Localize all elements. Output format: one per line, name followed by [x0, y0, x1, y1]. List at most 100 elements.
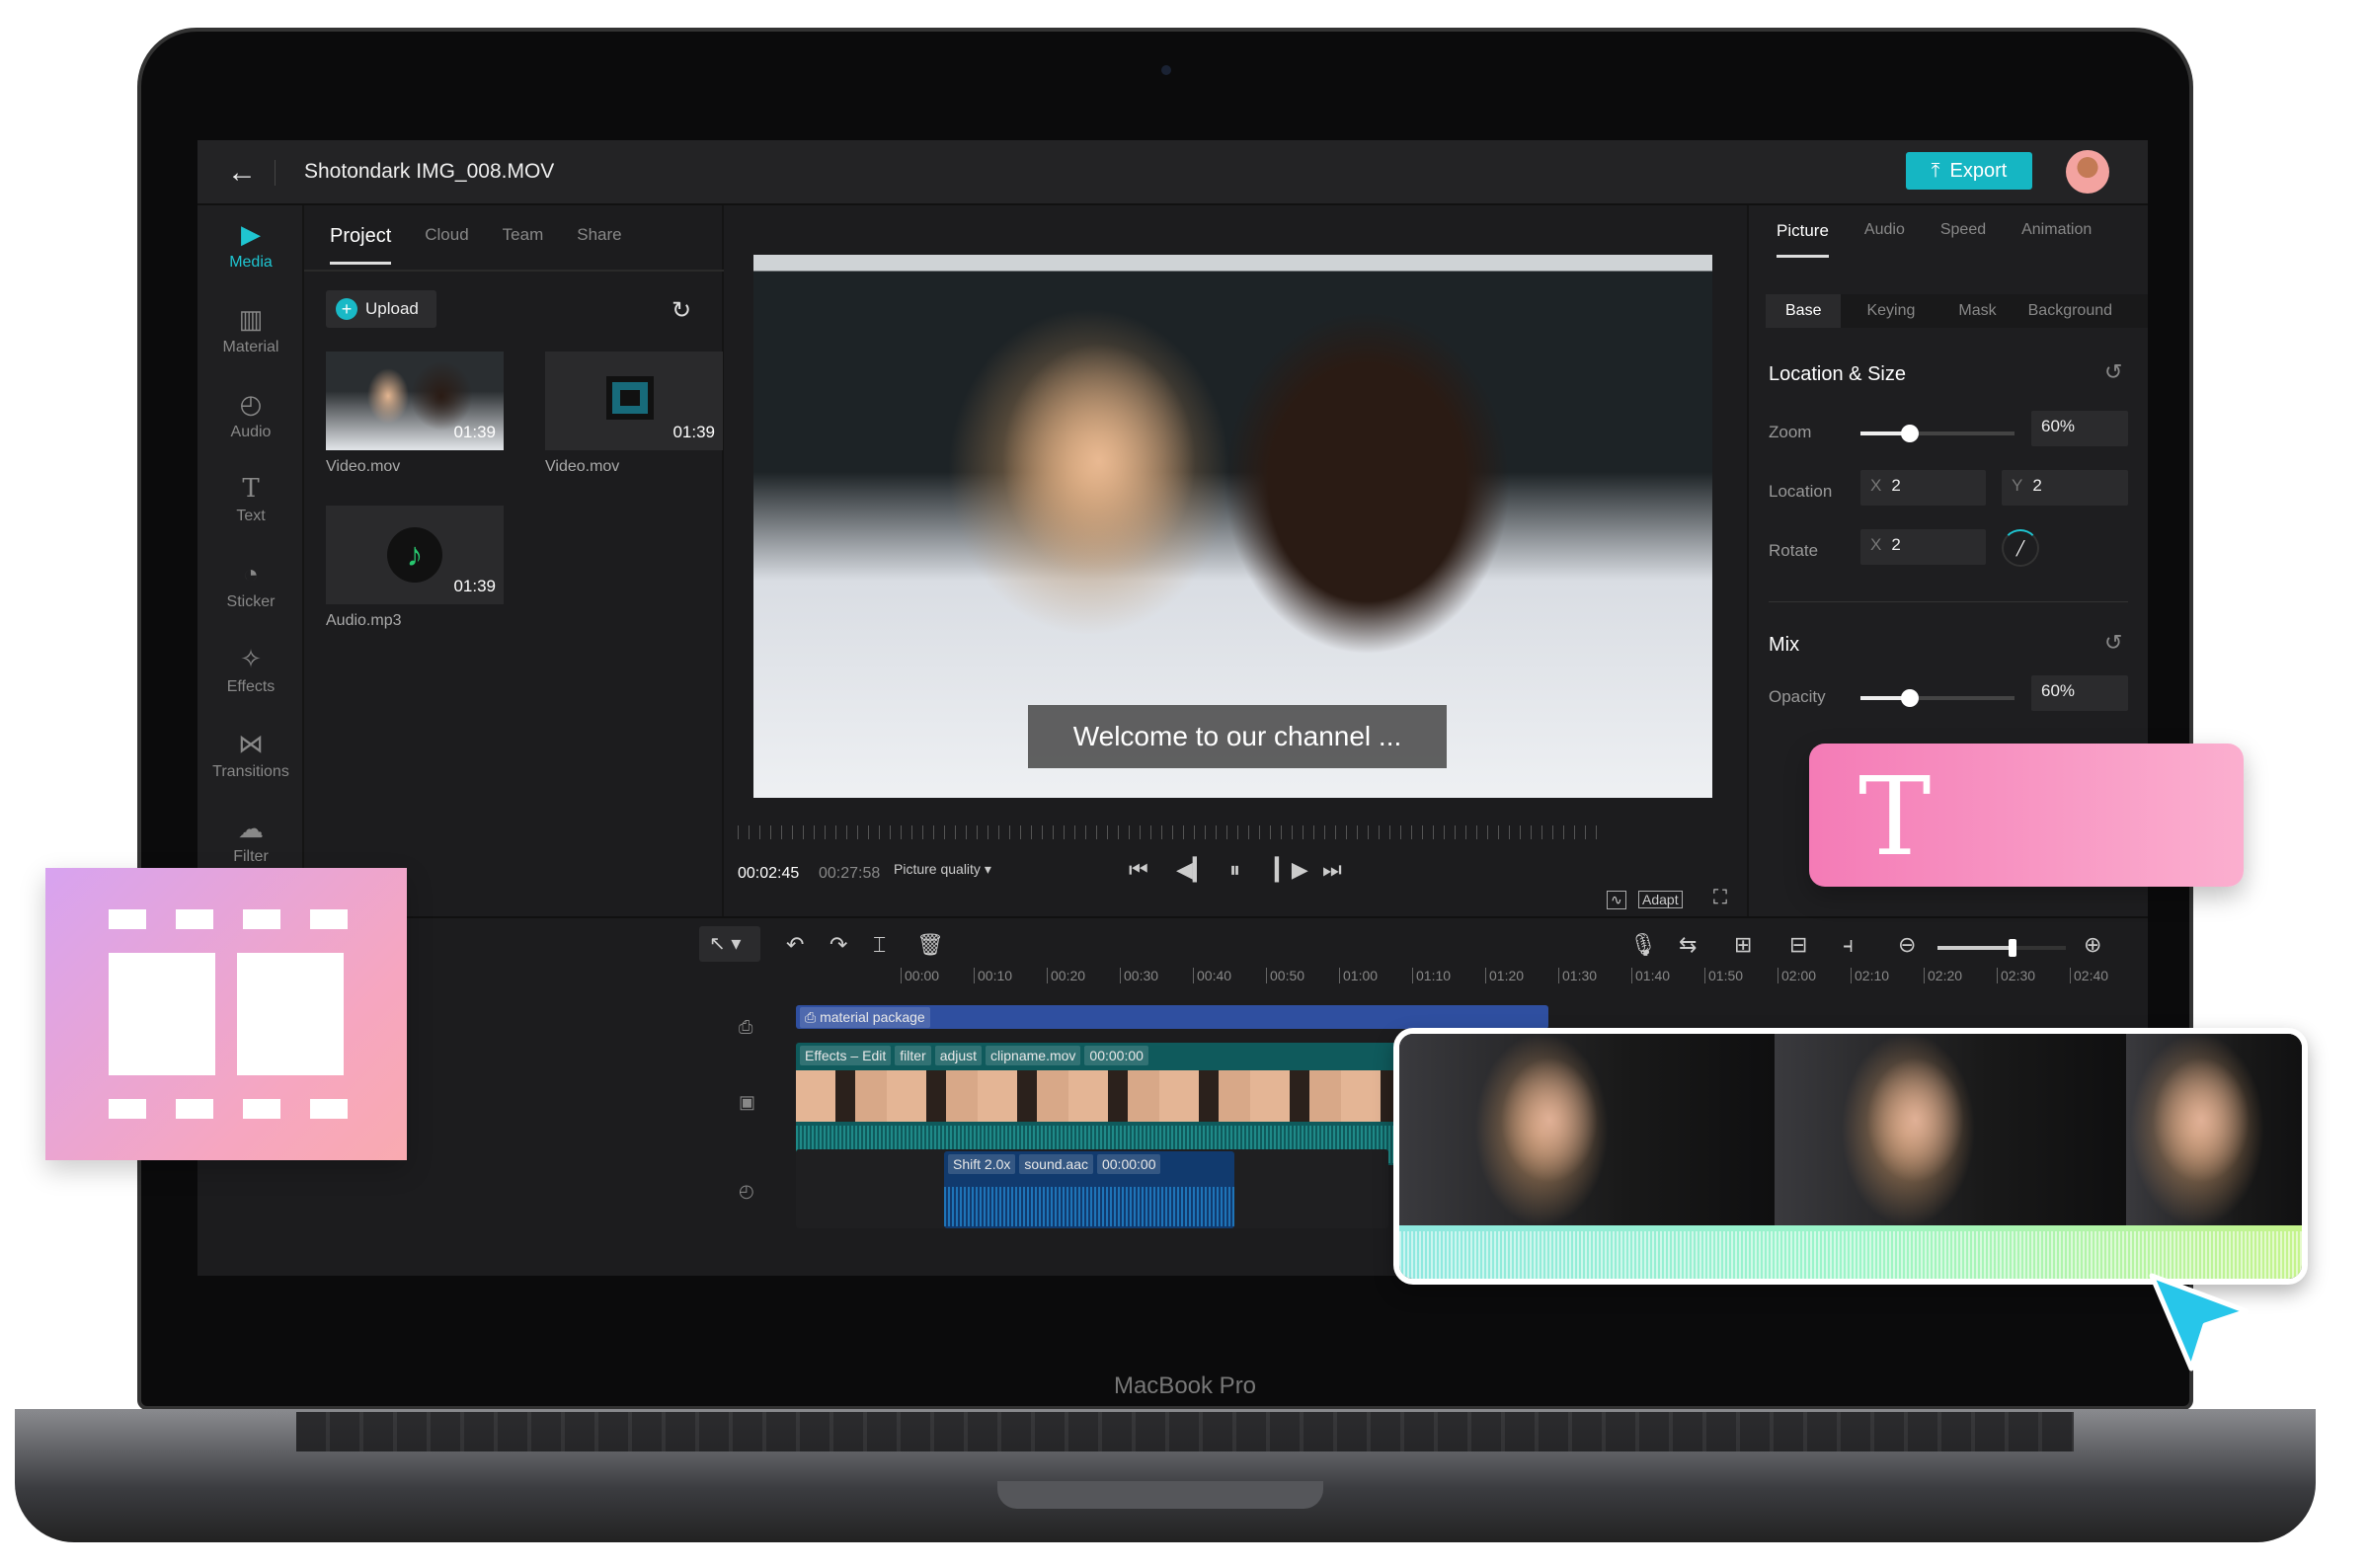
- clip-chip: filter: [895, 1046, 931, 1065]
- step-forward-icon[interactable]: ▎▶: [1275, 857, 1308, 883]
- timeline-tick: 02:10: [1851, 968, 1889, 983]
- cursor-arrow-icon: [2149, 1273, 2250, 1372]
- split-clip-icon[interactable]: ⫞: [1843, 932, 1854, 958]
- export-button[interactable]: ⤒ Export: [1906, 152, 2032, 190]
- timeline-tick: 01:40: [1631, 968, 1670, 983]
- select-tool-dropdown[interactable]: ↖ ▾: [699, 926, 760, 962]
- reset-icon[interactable]: ↺: [2104, 630, 2122, 656]
- delete-icon[interactable]: 🗑: [916, 932, 944, 958]
- opacity-input[interactable]: 60%: [2031, 675, 2128, 711]
- back-arrow-icon[interactable]: ←: [227, 156, 257, 190]
- avatar[interactable]: [2066, 150, 2109, 194]
- rotate-dial[interactable]: ╱: [2002, 529, 2039, 567]
- sidebar-item-media[interactable]: ▶ Media: [198, 219, 304, 272]
- music-note-icon: ♪: [387, 527, 442, 583]
- waveform-icon[interactable]: ∿: [1607, 891, 1626, 909]
- timeline-tick: 00:00: [901, 968, 939, 983]
- opacity-slider[interactable]: [1860, 689, 2014, 707]
- group-icon[interactable]: ⊟: [1789, 932, 1807, 958]
- clip-chip: clipname.mov: [986, 1046, 1081, 1065]
- sidebar-item-label: Effects: [226, 678, 276, 695]
- tab-team[interactable]: Team: [503, 225, 544, 245]
- preview-scrubber[interactable]: [738, 825, 1607, 839]
- media-item[interactable]: ♪ 01:39: [326, 506, 504, 604]
- bowtie-icon: ⋈: [238, 729, 264, 758]
- text-tool-card: T: [1809, 744, 2244, 887]
- clip-chip: 00:00:00: [1096, 1154, 1161, 1174]
- subtab-keying[interactable]: Keying: [1841, 302, 1940, 320]
- subtab-background[interactable]: Background: [2014, 302, 2126, 320]
- clip-preview-card: [1393, 1028, 2308, 1285]
- timeline-tick: 00:40: [1193, 968, 1231, 983]
- timeline-tick: 01:30: [1558, 968, 1597, 983]
- skip-end-icon[interactable]: ⏭: [1322, 857, 1342, 883]
- sidebar-item-text[interactable]: T Text: [198, 474, 304, 525]
- sidebar-item-material[interactable]: ▥ Material: [198, 304, 304, 356]
- timeline-tick: 01:00: [1339, 968, 1378, 983]
- split-icon[interactable]: ⌶: [873, 932, 886, 958]
- adapt-button[interactable]: Adapt: [1638, 891, 1683, 908]
- film-icon: [606, 376, 654, 420]
- fullscreen-icon[interactable]: ⛶: [1713, 887, 1727, 909]
- media-item[interactable]: 01:39: [545, 352, 723, 450]
- sidebar-item-sticker[interactable]: ◔ Sticker: [198, 559, 304, 611]
- tab-picture[interactable]: Picture: [1777, 221, 1829, 258]
- keyboard: [296, 1412, 2074, 1451]
- location-x-input[interactable]: X2: [1860, 470, 1986, 506]
- laptop-notch: [997, 1481, 1323, 1509]
- subtab-base[interactable]: Base: [1766, 294, 1842, 328]
- sidebar-item-label: Material: [222, 339, 279, 355]
- tab-animation[interactable]: Animation: [2021, 221, 2092, 239]
- media-panel: Project Cloud Team Share + Upload ↻ 01:39…: [304, 205, 724, 916]
- material-track[interactable]: ⎙ material package: [796, 1005, 1548, 1029]
- timeline-tick: 00:10: [974, 968, 1012, 983]
- zoom-input[interactable]: 60%: [2031, 411, 2128, 446]
- sidebar-item-audio[interactable]: ◴ Audio: [198, 389, 304, 441]
- picture-quality-dropdown[interactable]: Picture quality ▾: [894, 861, 991, 878]
- timeline-tick: 00:30: [1120, 968, 1158, 983]
- sidebar-item-filter[interactable]: ☁ Filter: [198, 814, 304, 866]
- sidebar-item-label: Transitions: [212, 763, 289, 780]
- reset-icon[interactable]: ↺: [2104, 359, 2122, 385]
- audio-track[interactable]: Shift 2.0x sound.aac 00:00:00: [944, 1151, 1234, 1228]
- snap-icon[interactable]: ⊞: [1734, 932, 1752, 958]
- media-item-name: Video.mov: [326, 458, 401, 475]
- audio-waveform: [944, 1187, 1234, 1226]
- refresh-icon[interactable]: ↻: [672, 296, 691, 325]
- section-title: Location & Size: [1769, 363, 1906, 385]
- tab-project[interactable]: Project: [330, 225, 392, 265]
- redo-icon[interactable]: ↷: [830, 932, 847, 958]
- rotate-x-input[interactable]: X2: [1860, 529, 1986, 565]
- skip-start-icon[interactable]: ⏮: [1129, 857, 1148, 883]
- tab-audio[interactable]: Audio: [1864, 221, 1905, 239]
- upload-button[interactable]: + Upload: [326, 290, 436, 328]
- location-label: Location: [1769, 482, 1833, 501]
- zoom-slider[interactable]: [1860, 425, 2014, 442]
- link-icon[interactable]: ⇆: [1679, 932, 1697, 958]
- subtab-mask[interactable]: Mask: [1940, 302, 2014, 320]
- timeline-tick: 00:20: [1047, 968, 1085, 983]
- video-preview[interactable]: Welcome to our channel ...: [753, 255, 1712, 798]
- location-y-input[interactable]: Y2: [2002, 470, 2128, 506]
- tab-share[interactable]: Share: [577, 225, 621, 245]
- zoom-in-icon[interactable]: ⊕: [2084, 932, 2101, 958]
- timeline-zoom-slider[interactable]: [1937, 939, 2066, 957]
- media-item[interactable]: 01:39: [326, 352, 504, 450]
- zoom-out-icon[interactable]: ⊖: [1898, 932, 1916, 958]
- microphone-icon[interactable]: 🎙: [1629, 932, 1657, 958]
- undo-icon[interactable]: ↶: [786, 932, 804, 958]
- sidebar-item-effects[interactable]: ✧ Effects: [198, 644, 304, 696]
- media-item-name: Audio.mp3: [326, 612, 402, 629]
- zoom-label: Zoom: [1769, 423, 1812, 441]
- sidebar-item-transitions[interactable]: ⋈ Transitions: [198, 729, 304, 781]
- audio-track-icon: ◴: [739, 1181, 754, 1201]
- pause-icon[interactable]: ⏸: [1229, 857, 1240, 883]
- clip-frame: [2126, 1034, 2302, 1225]
- step-back-icon[interactable]: ◀▎: [1176, 857, 1210, 883]
- caption-text[interactable]: Welcome to our channel ...: [1028, 705, 1447, 768]
- tab-cloud[interactable]: Cloud: [425, 225, 468, 245]
- sparkle-icon: ✧: [240, 644, 262, 673]
- video-track-icon: ▣: [739, 1092, 756, 1112]
- sidebar-item-label: Media: [229, 254, 273, 271]
- tab-speed[interactable]: Speed: [1940, 221, 1986, 239]
